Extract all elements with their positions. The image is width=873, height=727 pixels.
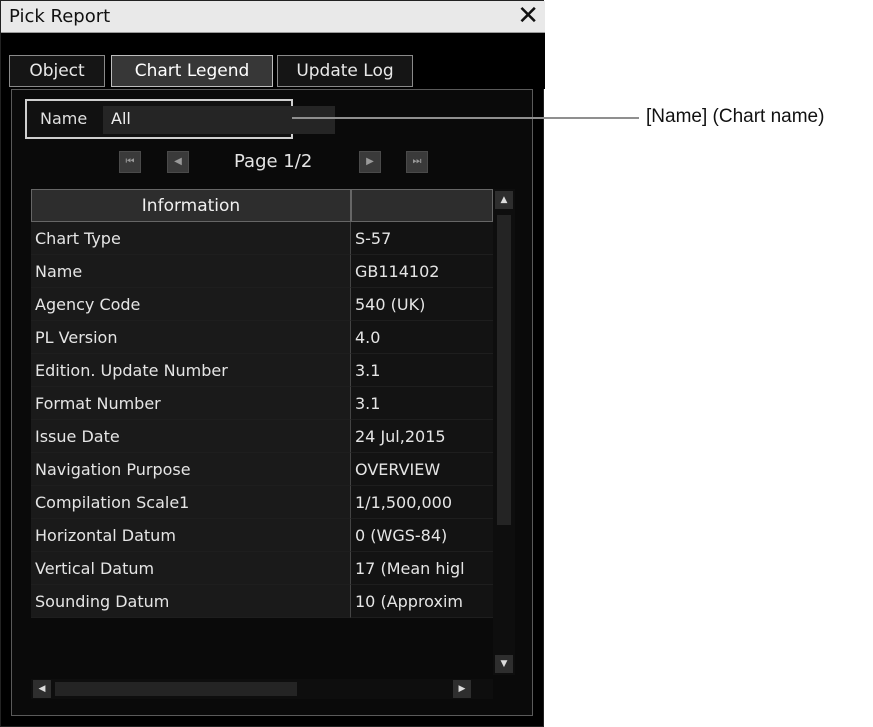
row-info: PL Version bbox=[31, 321, 351, 354]
row-value: OVERVIEW bbox=[351, 453, 493, 486]
title-bar[interactable]: Pick Report ✕ bbox=[1, 1, 545, 33]
tab-object[interactable]: Object bbox=[9, 55, 105, 87]
last-page-icon[interactable]: ⏭ bbox=[406, 151, 428, 173]
horizontal-scrollbar[interactable]: ◀ ▶ bbox=[31, 679, 493, 699]
pick-report-window: Pick Report ✕ Object Chart Legend Update… bbox=[0, 0, 545, 727]
table-row[interactable]: Format Number 3.1 bbox=[31, 387, 493, 420]
tab-update-log[interactable]: Update Log bbox=[277, 55, 413, 87]
callout-line bbox=[292, 117, 639, 119]
row-info: Issue Date bbox=[31, 420, 351, 453]
row-value: GB114102 bbox=[351, 255, 493, 288]
table-row[interactable]: Compilation Scale1 1/1,500,000 bbox=[31, 486, 493, 519]
name-value: All bbox=[111, 109, 131, 128]
tab-chart-legend[interactable]: Chart Legend bbox=[111, 55, 273, 87]
scroll-down-icon[interactable]: ▼ bbox=[495, 655, 513, 673]
row-info: Agency Code bbox=[31, 288, 351, 321]
table-row[interactable]: Issue Date 24 Jul,2015 bbox=[31, 420, 493, 453]
name-filter: Name All bbox=[25, 99, 335, 139]
callout-label: [Name] (Chart name) bbox=[646, 106, 825, 127]
row-value: 540 (UK) bbox=[351, 288, 493, 321]
row-value: 0 (WGS-84) bbox=[351, 519, 493, 552]
table-row[interactable]: Name GB114102 bbox=[31, 255, 493, 288]
scroll-left-icon[interactable]: ◀ bbox=[33, 680, 51, 698]
row-info: Navigation Purpose bbox=[31, 453, 351, 486]
first-page-icon[interactable]: ⏮ bbox=[119, 151, 141, 173]
window-title: Pick Report bbox=[9, 6, 111, 27]
table-row[interactable]: Sounding Datum 10 (Approxim bbox=[31, 585, 493, 618]
row-info: Format Number bbox=[31, 387, 351, 420]
prev-page-icon[interactable]: ◀ bbox=[167, 151, 189, 173]
row-info: Horizontal Datum bbox=[31, 519, 351, 552]
vertical-scroll-thumb[interactable] bbox=[497, 215, 511, 525]
next-page-icon[interactable]: ▶ bbox=[359, 151, 381, 173]
tab-bar: Object Chart Legend Update Log bbox=[1, 33, 545, 89]
row-value: 3.1 bbox=[351, 387, 493, 420]
table-row[interactable]: Agency Code 540 (UK) bbox=[31, 288, 493, 321]
row-info: Compilation Scale1 bbox=[31, 486, 351, 519]
table-row[interactable]: Vertical Datum 17 (Mean higl bbox=[31, 552, 493, 585]
table-row[interactable]: Horizontal Datum 0 (WGS-84) bbox=[31, 519, 493, 552]
row-value: 10 (Approxim bbox=[351, 585, 493, 618]
scroll-right-icon[interactable]: ▶ bbox=[453, 680, 471, 698]
table-row[interactable]: Chart Type S-57 bbox=[31, 222, 493, 255]
header-information[interactable]: Information bbox=[31, 189, 351, 222]
table-row[interactable]: Navigation Purpose OVERVIEW bbox=[31, 453, 493, 486]
table-header: Information bbox=[31, 189, 493, 222]
row-info: Edition. Update Number bbox=[31, 354, 351, 387]
row-value: S-57 bbox=[351, 222, 493, 255]
info-table: Information Chart Type S-57 Name GB11410… bbox=[31, 189, 493, 675]
row-info: Name bbox=[31, 255, 351, 288]
page-indicator: Page 1/2 bbox=[234, 151, 313, 172]
header-value[interactable] bbox=[351, 189, 493, 222]
vertical-scrollbar[interactable]: ▲ ▼ bbox=[493, 189, 515, 675]
name-label: Name bbox=[40, 109, 88, 128]
row-value: 17 (Mean higl bbox=[351, 552, 493, 585]
table-row[interactable]: PL Version 4.0 bbox=[31, 321, 493, 354]
row-value: 1/1,500,000 bbox=[351, 486, 493, 519]
name-select[interactable]: All bbox=[103, 106, 335, 134]
row-value: 3.1 bbox=[351, 354, 493, 387]
row-info: Chart Type bbox=[31, 222, 351, 255]
row-value: 4.0 bbox=[351, 321, 493, 354]
row-info: Vertical Datum bbox=[31, 552, 351, 585]
table-row[interactable]: Edition. Update Number 3.1 bbox=[31, 354, 493, 387]
horizontal-scroll-thumb[interactable] bbox=[55, 682, 297, 696]
scroll-up-icon[interactable]: ▲ bbox=[495, 191, 513, 209]
row-value: 24 Jul,2015 bbox=[351, 420, 493, 453]
close-icon[interactable]: ✕ bbox=[517, 2, 539, 30]
row-info: Sounding Datum bbox=[31, 585, 351, 618]
